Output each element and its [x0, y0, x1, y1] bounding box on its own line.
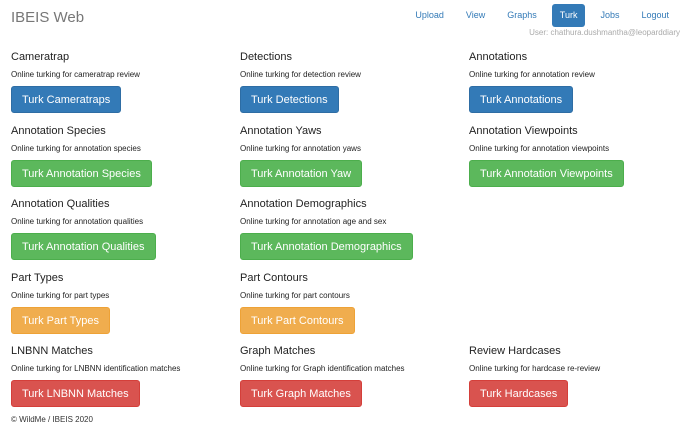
section-annotations: Annotations Online turking for annotation…: [469, 51, 689, 125]
nav-logout[interactable]: Logout: [630, 4, 680, 27]
nav-links: Upload View Graphs Turk Jobs Logout: [404, 4, 680, 27]
section-part-contours: Part Contours Online turking for part con…: [240, 272, 469, 346]
section-title: Part Contours: [240, 271, 308, 284]
section-description: Online turking for annotation qualities: [11, 217, 144, 226]
section-lnbnn-matches: LNBNN Matches Online turking for LNBNN id…: [11, 345, 240, 419]
section-annotation-demographics: Annotation Demographics Online turking fo…: [240, 198, 469, 272]
annotation-qualities-turk-button[interactable]: Turk Annotation Qualities: [11, 233, 156, 260]
section-description: Online turking for Graph identification …: [240, 364, 405, 373]
annotation-viewpoints-turk-button[interactable]: Turk Annotation Viewpoints: [469, 159, 624, 187]
empty-cell: [469, 272, 689, 346]
brand-title[interactable]: IBEIS Web: [11, 9, 84, 26]
section-review-hardcases: Review Hardcases Online turking for hardc…: [469, 345, 689, 419]
nav-jobs[interactable]: Jobs: [589, 4, 630, 27]
section-title: Annotation Yaws: [240, 124, 322, 137]
section-annotation-viewpoints: Annotation Viewpoints Online turking for …: [469, 125, 689, 199]
section-annotation-yaws: Annotation Yaws Online turking for annota…: [240, 125, 469, 199]
nav-upload[interactable]: Upload: [404, 4, 455, 27]
annotation-yaws-turk-button[interactable]: Turk Annotation Yaw: [240, 159, 363, 187]
turk-section-grid: Cameratrap Online turking for cameratrap …: [11, 51, 690, 419]
section-part-types: Part Types Online turking for part types T…: [11, 272, 240, 346]
section-title: Annotations: [469, 51, 528, 63]
user-label: User: chathura.dushmantha@leoparddiary: [529, 28, 680, 37]
part-contours-turk-button[interactable]: Turk Part Contours: [240, 306, 355, 334]
section-title: Cameratrap: [11, 51, 70, 63]
footer-copyright: © WildMe / IBEIS 2020: [11, 415, 93, 424]
section-description: Online turking for annotation species: [11, 143, 141, 153]
nav-turk[interactable]: Turk: [551, 4, 586, 27]
empty-cell: [469, 198, 689, 272]
navbar: IBEIS Web Upload View Graphs Turk Jobs L…: [0, 0, 690, 40]
section-graph-matches: Graph Matches Online turking for Graph id…: [240, 345, 469, 419]
section-description: Online turking for LNBNN identification …: [11, 364, 181, 373]
section-description: Online turking for part types: [11, 290, 110, 300]
section-title: Graph Matches: [240, 345, 316, 357]
section-description: Online turking for detection review: [240, 70, 361, 79]
section-description: Online turking for annotation yaws: [240, 143, 361, 153]
detections-turk-button[interactable]: Turk Detections: [240, 86, 339, 113]
section-detections: Detections Online turking for detection r…: [240, 51, 469, 125]
section-title: Part Types: [11, 271, 64, 284]
review-hardcases-turk-button[interactable]: Turk Hardcases: [469, 380, 569, 407]
section-title: Annotation Qualities: [11, 198, 110, 210]
section-description: Online turking for cameratrap review: [11, 70, 140, 79]
annotations-turk-button[interactable]: Turk Annotations: [469, 86, 574, 113]
annotation-species-turk-button[interactable]: Turk Annotation Species: [11, 159, 152, 187]
section-description: Online turking for annotation viewpoints: [469, 143, 610, 153]
section-description: Online turking for part contours: [240, 290, 350, 300]
section-title: Detections: [240, 51, 292, 63]
annotation-demographics-turk-button[interactable]: Turk Annotation Demographics: [240, 233, 413, 260]
lnbnn-matches-turk-button[interactable]: Turk LNBNN Matches: [11, 380, 140, 407]
nav-view[interactable]: View: [455, 4, 496, 27]
section-cameratrap: Cameratrap Online turking for cameratrap …: [11, 51, 240, 125]
section-title: Annotation Demographics: [240, 198, 367, 210]
section-annotation-qualities: Annotation Qualities Online turking for a…: [11, 198, 240, 272]
section-title: Annotation Viewpoints: [469, 124, 578, 137]
section-annotation-species: Annotation Species Online turking for ann…: [11, 125, 240, 199]
section-description: Online turking for annotation age and se…: [240, 217, 387, 226]
section-title: LNBNN Matches: [11, 345, 93, 357]
section-title: Annotation Species: [11, 124, 106, 137]
section-description: Online turking for hardcase re-review: [469, 364, 601, 373]
section-description: Online turking for annotation review: [469, 70, 595, 79]
nav-graphs[interactable]: Graphs: [496, 4, 548, 27]
section-title: Review Hardcases: [469, 345, 561, 357]
graph-matches-turk-button[interactable]: Turk Graph Matches: [240, 380, 362, 407]
part-types-turk-button[interactable]: Turk Part Types: [11, 306, 111, 334]
cameratrap-turk-button[interactable]: Turk Cameratraps: [11, 86, 122, 113]
